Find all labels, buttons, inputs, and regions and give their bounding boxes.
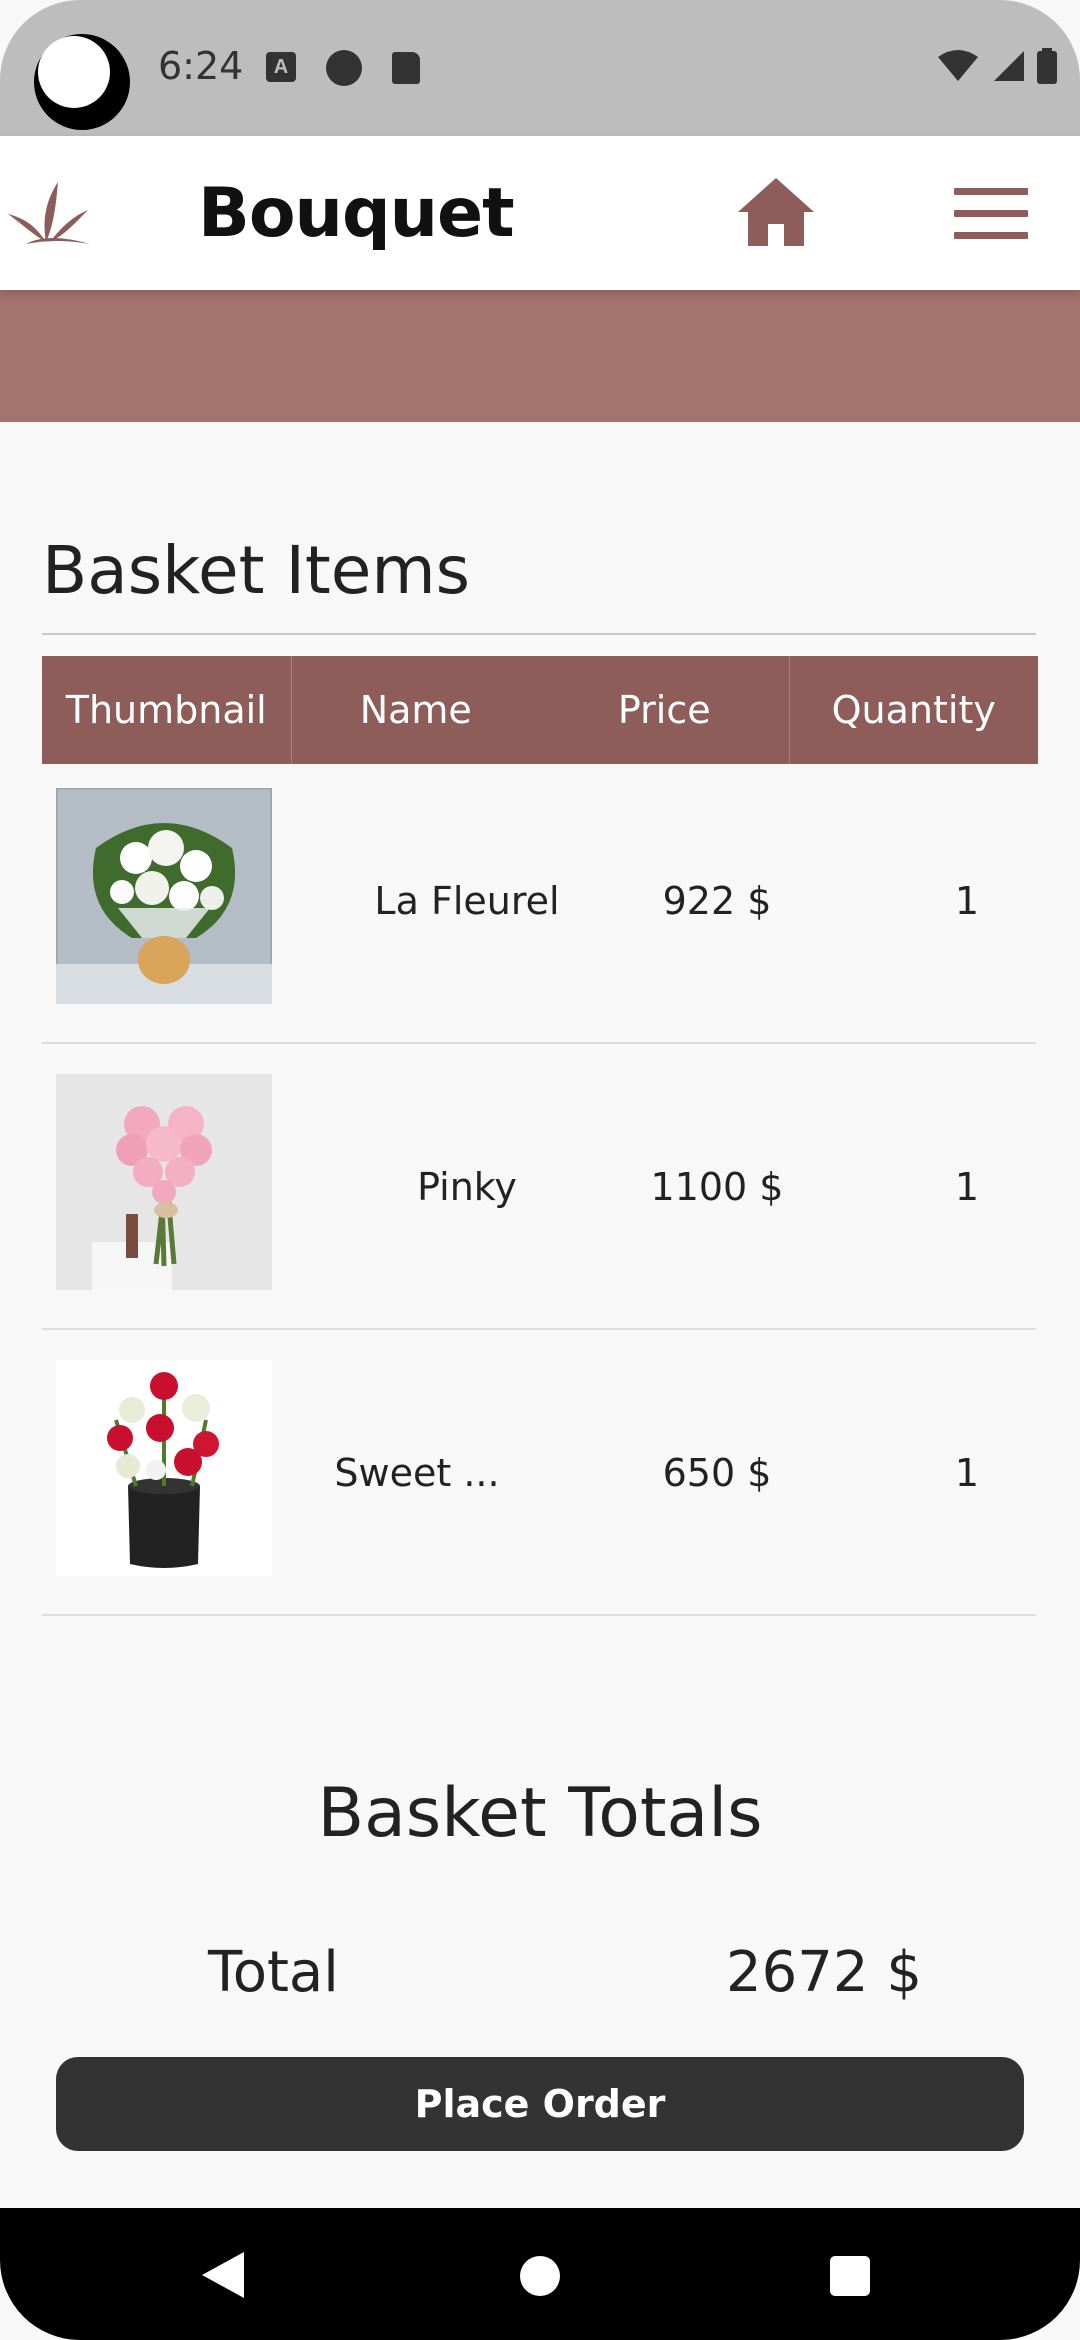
- notification-a-icon: A: [266, 52, 296, 82]
- item-quantity[interactable]: 1: [832, 758, 1080, 1044]
- column-header-name: Name: [359, 688, 472, 732]
- item-price: 650 $: [662, 1451, 772, 1495]
- status-time: 6:24: [158, 44, 244, 88]
- thumbnail-image[interactable]: [56, 1360, 272, 1576]
- column-header-quantity: Quantity: [831, 688, 996, 732]
- header-banner: [0, 290, 1080, 422]
- home-button[interactable]: [736, 176, 816, 248]
- table-row[interactable]: Sweet ... 650 $ 1: [42, 1330, 1036, 1616]
- title-divider: [42, 633, 1036, 635]
- signal-icon: [994, 51, 1024, 81]
- app-screen: 6:24 A Bouquet Basket Items Thumbnail Na…: [0, 0, 1080, 2340]
- camera-cutout: [34, 34, 130, 130]
- lotus-logo-icon[interactable]: [6, 180, 92, 246]
- total-label: Total: [208, 1940, 339, 2005]
- table-row[interactable]: La Fleurel 922 $ 1: [42, 758, 1036, 1044]
- back-icon[interactable]: [200, 2250, 246, 2300]
- app-bar: Bouquet: [0, 136, 1080, 290]
- total-value: 2672 $: [726, 1940, 922, 2005]
- sd-card-icon: [392, 52, 420, 84]
- menu-line: [954, 232, 1028, 239]
- table-row[interactable]: Pinky 1100 $ 1: [42, 1044, 1036, 1330]
- table-header: Thumbnail Name Price Quantity: [42, 656, 1038, 764]
- item-quantity[interactable]: 1: [832, 1044, 1080, 1330]
- system-nav-bar: [0, 2208, 1080, 2340]
- recents-icon[interactable]: [830, 2256, 870, 2296]
- item-name: Sweet ...: [334, 1451, 500, 1495]
- status-bar: 6:24 A: [0, 0, 1080, 136]
- place-order-button[interactable]: Place Order: [56, 2057, 1024, 2151]
- white-lily-bouquet-image: [56, 788, 272, 1004]
- menu-line: [954, 188, 1028, 195]
- battery-icon: [1037, 48, 1057, 84]
- circle-app-icon: [326, 50, 362, 86]
- item-price: 922 $: [662, 879, 772, 923]
- thumbnail-image[interactable]: [56, 788, 272, 1004]
- item-price: 1100 $: [650, 1165, 784, 1209]
- column-header-thumbnail: Thumbnail: [42, 656, 292, 764]
- basket-totals-title: Basket Totals: [317, 1774, 763, 1853]
- wifi-icon: [938, 50, 978, 81]
- column-header-price: Price: [540, 656, 790, 764]
- status-right-icons: [936, 48, 1058, 84]
- pink-rose-heart-bouquet-image: [56, 1074, 272, 1290]
- thumbnail-image[interactable]: [56, 1074, 272, 1290]
- item-quantity[interactable]: 1: [832, 1330, 1080, 1616]
- home-icon: [738, 178, 814, 246]
- hamburger-menu-icon[interactable]: [954, 188, 1028, 240]
- basket-items-title: Basket Items: [42, 532, 471, 609]
- app-title: Bouquet: [198, 174, 515, 253]
- menu-line: [954, 210, 1028, 217]
- home-circle-icon[interactable]: [520, 2256, 560, 2296]
- red-white-roses-box-image: [56, 1360, 272, 1576]
